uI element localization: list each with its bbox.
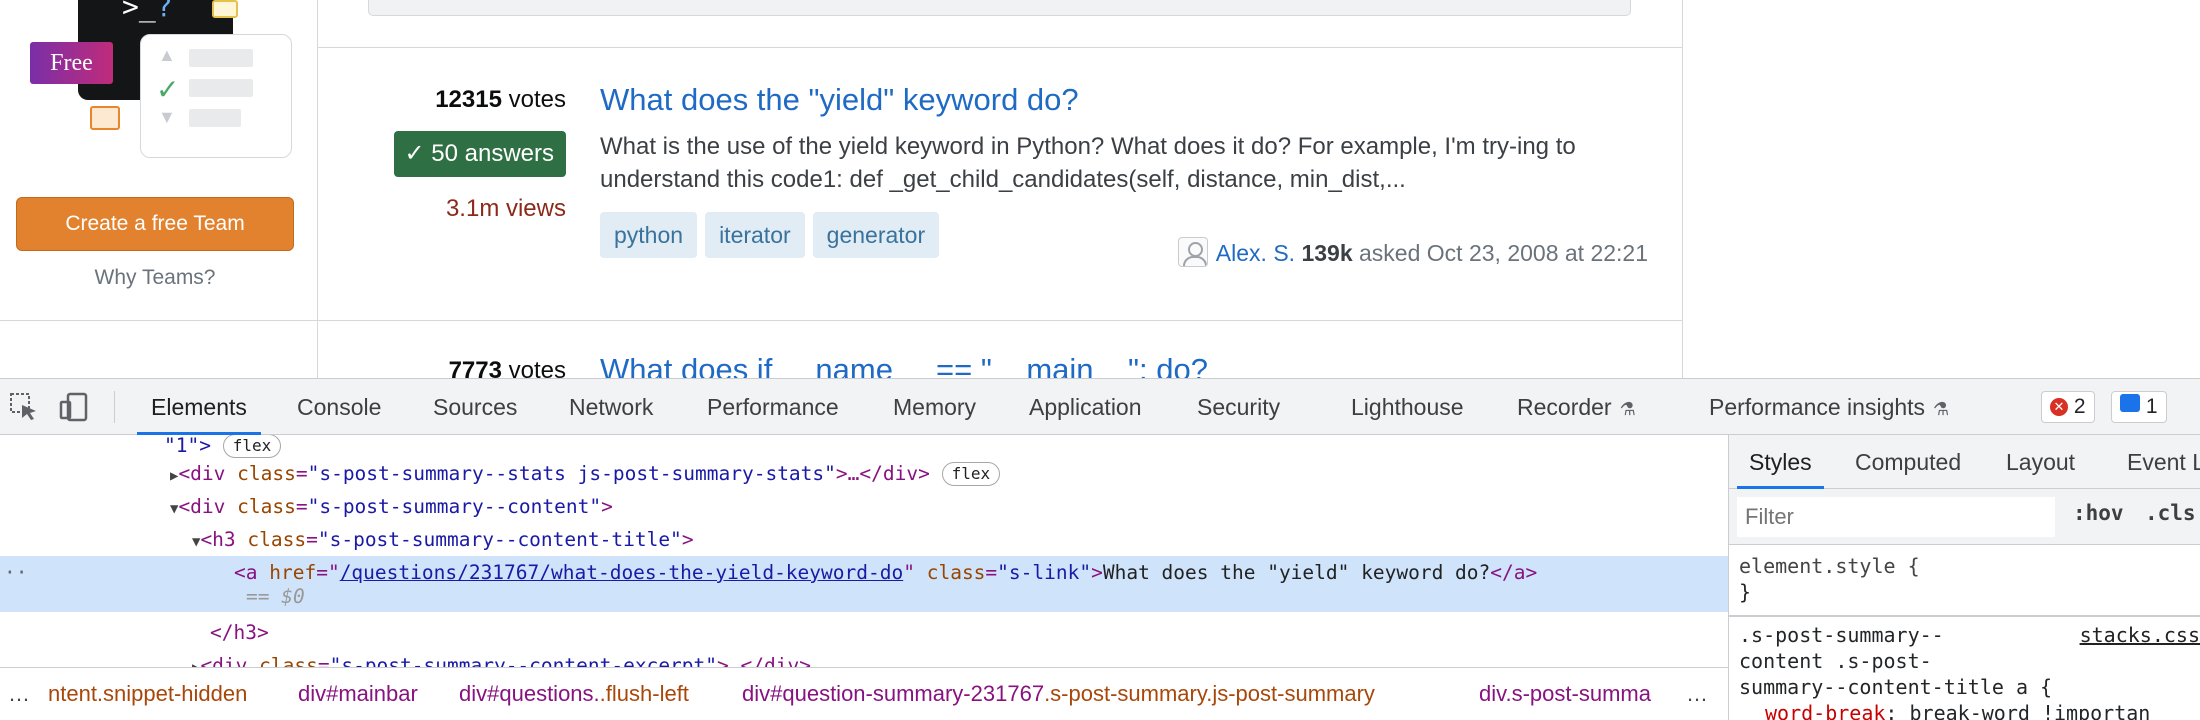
- flask-icon: ⚗: [1619, 399, 1636, 419]
- styles-pane: Styles Computed Layout Event L :hov .cls…: [1728, 435, 2200, 720]
- teams-illustration: >_? ▲ ✓ ▼ Free: [30, 0, 292, 165]
- console-ref: == $0: [246, 585, 305, 608]
- elements-tree: "1"> flex ▶<div class="s-post-summary--s…: [0, 435, 1728, 667]
- dom-node-line[interactable]: ▼<h3 class="s-post-summary--content-titl…: [0, 523, 1728, 556]
- tag-iterator[interactable]: iterator: [705, 212, 805, 258]
- user-reputation: 139k: [1301, 240, 1353, 266]
- checklist-bar: [189, 79, 253, 97]
- terminal-prompt: >_?: [122, 0, 173, 23]
- styles-filter-input[interactable]: [1737, 497, 2055, 537]
- checklist-bar: [189, 49, 253, 67]
- asked-time: asked Oct 23, 2008 at 22:21: [1359, 240, 1648, 266]
- tag-list: python iterator generator: [600, 212, 947, 258]
- free-badge: Free: [30, 42, 113, 84]
- flask-icon: ⚗: [1933, 399, 1950, 419]
- question-title-link[interactable]: What does if __name__ == "__main__": do?: [600, 352, 1208, 378]
- styles-tabs: Styles Computed Layout Event L: [1729, 435, 2200, 489]
- css-property[interactable]: word-break: [1765, 701, 1885, 720]
- why-teams-link[interactable]: Why Teams?: [0, 266, 310, 290]
- tab-console[interactable]: Console: [297, 379, 381, 435]
- breadcrumb-item[interactable]: div.s-post-summa: [1479, 668, 1669, 720]
- device-toolbar-icon[interactable]: [58, 391, 90, 423]
- left-sidebar: >_? ▲ ✓ ▼ Free Create a free Team Why Te…: [0, 0, 318, 378]
- question-title-link[interactable]: What does the "yield" keyword do?: [600, 82, 1079, 118]
- checklist-graphic: ▲ ✓ ▼: [140, 34, 292, 158]
- dom-node-line[interactable]: </h3>: [0, 616, 1728, 649]
- post-stats: 7773 votes: [318, 0, 566, 378]
- message-count-badge[interactable]: 1: [2111, 391, 2167, 423]
- avatar[interactable]: [1177, 237, 1208, 267]
- divider: [0, 320, 318, 321]
- dom-breadcrumbs: … ntent.snippet-hidden div#mainbar div#q…: [0, 667, 1728, 720]
- css-value[interactable]: : break-word !importan: [1885, 701, 2150, 720]
- breadcrumb-item[interactable]: ntent.snippet-hidden: [48, 668, 247, 720]
- error-count-badge[interactable]: ✕ 2: [2041, 391, 2095, 423]
- tab-recorder[interactable]: Recorder ⚗: [1517, 379, 1636, 435]
- create-free-team-button[interactable]: Create a free Team: [16, 197, 294, 251]
- tag-generator[interactable]: generator: [812, 212, 940, 258]
- dom-node-line[interactable]: ▶<div class="s-post-summary--content-exc…: [0, 649, 1728, 667]
- message-icon: [2120, 394, 2140, 412]
- flex-badge[interactable]: flex: [222, 435, 282, 458]
- flex-badge[interactable]: flex: [941, 462, 1001, 486]
- question-list: 12315 votes ✓ 50 answers 3.1m views What…: [318, 0, 1683, 378]
- tab-application[interactable]: Application: [1029, 379, 1142, 435]
- tab-security[interactable]: Security: [1197, 379, 1280, 435]
- devtools-panel: Elements Console Sources Network Perform…: [0, 378, 2200, 720]
- breadcrumb-item[interactable]: div#question-summary-231767.s-post-summa…: [742, 668, 1375, 720]
- tab-styles[interactable]: Styles: [1737, 435, 1824, 489]
- dom-node-line[interactable]: ▼<div class="s-post-summary--content">: [0, 490, 1728, 523]
- class-toggle[interactable]: .cls: [2145, 501, 2196, 525]
- user-card: Alex. S. 139k asked Oct 23, 2008 at 22:2…: [1177, 237, 1648, 267]
- tab-performance-insights[interactable]: Performance insights ⚗: [1709, 379, 1949, 435]
- tag-python[interactable]: python: [600, 212, 698, 258]
- checklist-bar: [189, 109, 241, 127]
- checkmark-icon: ✓: [156, 74, 180, 105]
- question-excerpt: What is the use of the yield keyword in …: [600, 133, 1576, 193]
- triangle-down-icon: ▼: [158, 107, 176, 127]
- tab-sources[interactable]: Sources: [433, 379, 517, 435]
- tab-memory[interactable]: Memory: [893, 379, 976, 435]
- hover-state-toggle[interactable]: :hov: [2073, 501, 2124, 525]
- rule-divider: [1729, 615, 2200, 617]
- inspect-element-icon[interactable]: [8, 391, 40, 423]
- web-page: >_? ▲ ✓ ▼ Free Create a free Team Why Te…: [0, 0, 2200, 378]
- breadcrumb-scroll-left[interactable]: …: [8, 668, 30, 720]
- breadcrumb-scroll-right[interactable]: …: [1686, 668, 1708, 720]
- tab-elements[interactable]: Elements: [137, 379, 261, 435]
- element-style-rule[interactable]: element.style { }: [1739, 553, 1920, 605]
- stylesheet-link[interactable]: stacks.css: [2080, 622, 2200, 648]
- tab-computed[interactable]: Computed: [1855, 435, 1961, 489]
- tab-network[interactable]: Network: [569, 379, 653, 435]
- tab-lighthouse[interactable]: Lighthouse: [1351, 379, 1464, 435]
- orange-chat-bubble-icon: [90, 106, 120, 130]
- vote-count: 7773 votes: [448, 357, 566, 378]
- tab-layout[interactable]: Layout: [2006, 435, 2075, 489]
- error-icon: ✕: [2050, 398, 2068, 416]
- devtools-toolbar: Elements Console Sources Network Perform…: [0, 379, 2200, 435]
- href-link[interactable]: /questions/231767/what-does-the-yield-ke…: [340, 561, 904, 584]
- tab-performance[interactable]: Performance: [707, 379, 839, 435]
- breadcrumb-item[interactable]: div#mainbar: [298, 668, 418, 720]
- yellow-chat-bubble-icon: [212, 0, 238, 18]
- styles-filter-bar: :hov .cls: [1729, 489, 2200, 545]
- selected-dom-node[interactable]: ·· <a href="/questions/231767/what-does-…: [0, 556, 1728, 612]
- more-actions-icon[interactable]: ··: [4, 556, 27, 589]
- breadcrumb-item[interactable]: div#questions..flush-left: [459, 668, 689, 720]
- dom-node-line[interactable]: ▶<div class="s-post-summary--stats js-po…: [0, 457, 1728, 490]
- user-name-link[interactable]: Alex. S.: [1216, 240, 1295, 266]
- tab-event-listeners[interactable]: Event L: [2127, 435, 2200, 489]
- toolbar-separator: [114, 391, 115, 423]
- triangle-up-icon: ▲: [158, 45, 176, 65]
